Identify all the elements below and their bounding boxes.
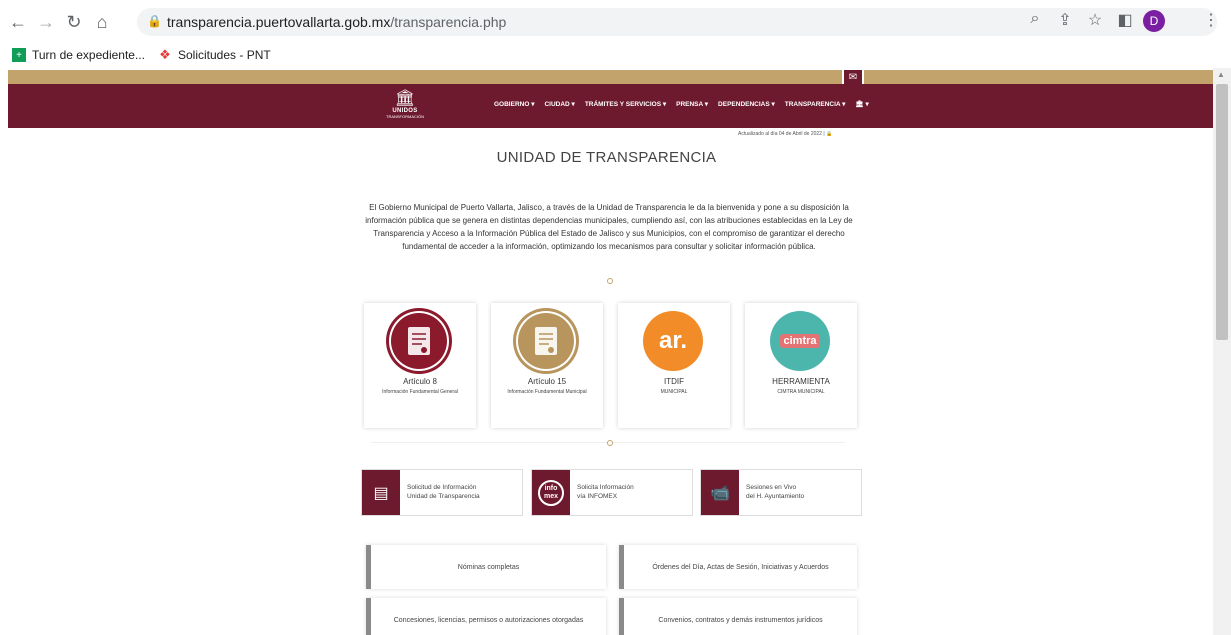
menu-tramites[interactable]: TRÁMITES Y SERVICIOS ▾ [585,100,666,108]
mail-icon[interactable]: ✉ [842,70,864,84]
link-nominas[interactable]: Nóminas completas [366,545,606,589]
scrollbar-thumb[interactable] [1216,84,1228,340]
video-icon: 📹 [701,470,739,515]
scroll-up-icon[interactable]: ▲ [1217,70,1225,79]
infomex-button[interactable]: info mex Solicita Información vía INFOMEX [531,469,693,516]
star-icon[interactable]: ☆ [1084,10,1106,30]
top-strip: ✉ [8,70,1213,84]
card-cimtra[interactable]: cimtra HERRAMIENTA CIMTRA MUNICIPAL [745,303,857,428]
page-title: UNIDAD DE TRANSPARENCIA [496,149,717,166]
bookmarks-bar: + Turn de expediente... ❖ Solicitudes - … [0,44,1231,68]
sesiones-button[interactable]: 📹 Sesiones en Vivo del H. Ayuntamiento [700,469,862,516]
itdif-logo-icon: ar. [643,311,703,371]
cimtra-logo-icon: cimtra [770,311,830,371]
link-convenios[interactable]: Convenios, contratos y demás instrumento… [619,598,857,635]
bookmark-item[interactable]: ❖ Solicitudes - PNT [158,47,271,62]
solicitud-button[interactable]: ▤ Solicitud de Información Unidad de Tran… [361,469,523,516]
menu-institution[interactable]: 🏛 ▾ [855,100,868,108]
separator-dot [607,278,613,284]
main-menu: GOBIERNO ▾ CIUDAD ▾ TRÁMITES Y SERVICIOS… [494,100,869,108]
menu-prensa[interactable]: PRENSA ▾ [676,100,708,108]
menu-transparencia[interactable]: TRANSPARENCIA ▾ [785,100,846,108]
browser-toolbar: ← → ↻ ⌂ 🔒 transparencia.puertovallarta.g… [0,0,1231,44]
separator-dot [607,440,613,446]
infomex-icon: info mex [532,470,570,515]
sheets-icon: + [12,48,26,62]
document-icon [516,311,576,371]
bookmark-item[interactable]: + Turn de expediente... [12,48,145,62]
share-icon[interactable]: ⇪ [1054,10,1076,30]
sidepanel-icon[interactable]: ◧ [1114,10,1136,30]
zoom-icon[interactable]: ⌕ [1024,10,1046,28]
menu-icon[interactable]: ⋮ [1200,10,1222,30]
back-icon[interactable]: ← [6,10,30,34]
lock-icon: 🔒 [147,14,162,28]
page-viewport: ✉ 🏛 UNIDOS TRANSFORMACIÓN GOBIERNO ▾ CIU… [0,68,1213,635]
url-text: transparencia.puertovallarta.gob.mx/tran… [167,14,507,30]
site-logo[interactable]: 🏛 UNIDOS TRANSFORMACIÓN [385,90,425,124]
home-icon[interactable]: ⌂ [90,10,114,34]
reload-icon[interactable]: ↻ [62,10,86,34]
menu-dependencias[interactable]: DEPENDENCIAS ▾ [718,100,775,108]
card-articulo-15[interactable]: Artículo 15 Información Fundamental Muni… [491,303,603,428]
card-articulo-8[interactable]: Artículo 8 Información Fundamental Gener… [364,303,476,428]
admin-lock-link[interactable]: | 🔒 [823,131,832,137]
intro-text: El Gobierno Municipal de Puerto Vallarta… [365,203,853,251]
link-concesiones[interactable]: Concesiones, licencias, permisos o autor… [366,598,606,635]
document-icon: ▤ [362,470,400,515]
profile-avatar[interactable]: D [1143,10,1165,32]
forward-icon[interactable]: → [34,10,58,34]
site-navbar: 🏛 UNIDOS TRANSFORMACIÓN GOBIERNO ▾ CIUDA… [8,84,1213,128]
link-ordenes-del-dia[interactable]: Órdenes del Día, Actas de Sesión, Inicia… [619,545,857,589]
page-scrollbar[interactable]: ▲ [1213,68,1231,635]
building-icon: 🏛 [394,90,416,107]
document-icon [389,311,449,371]
updated-note: Actualizado al día 04 de Abril de 2022 |… [738,131,833,137]
pnt-icon: ❖ [159,47,171,62]
logo-line2: TRANSFORMACIÓN [386,114,424,119]
card-itdif[interactable]: ar. ITDIF MUNICIPAL [618,303,730,428]
menu-gobierno[interactable]: GOBIERNO ▾ [494,100,534,108]
menu-ciudad[interactable]: CIUDAD ▾ [544,100,574,108]
